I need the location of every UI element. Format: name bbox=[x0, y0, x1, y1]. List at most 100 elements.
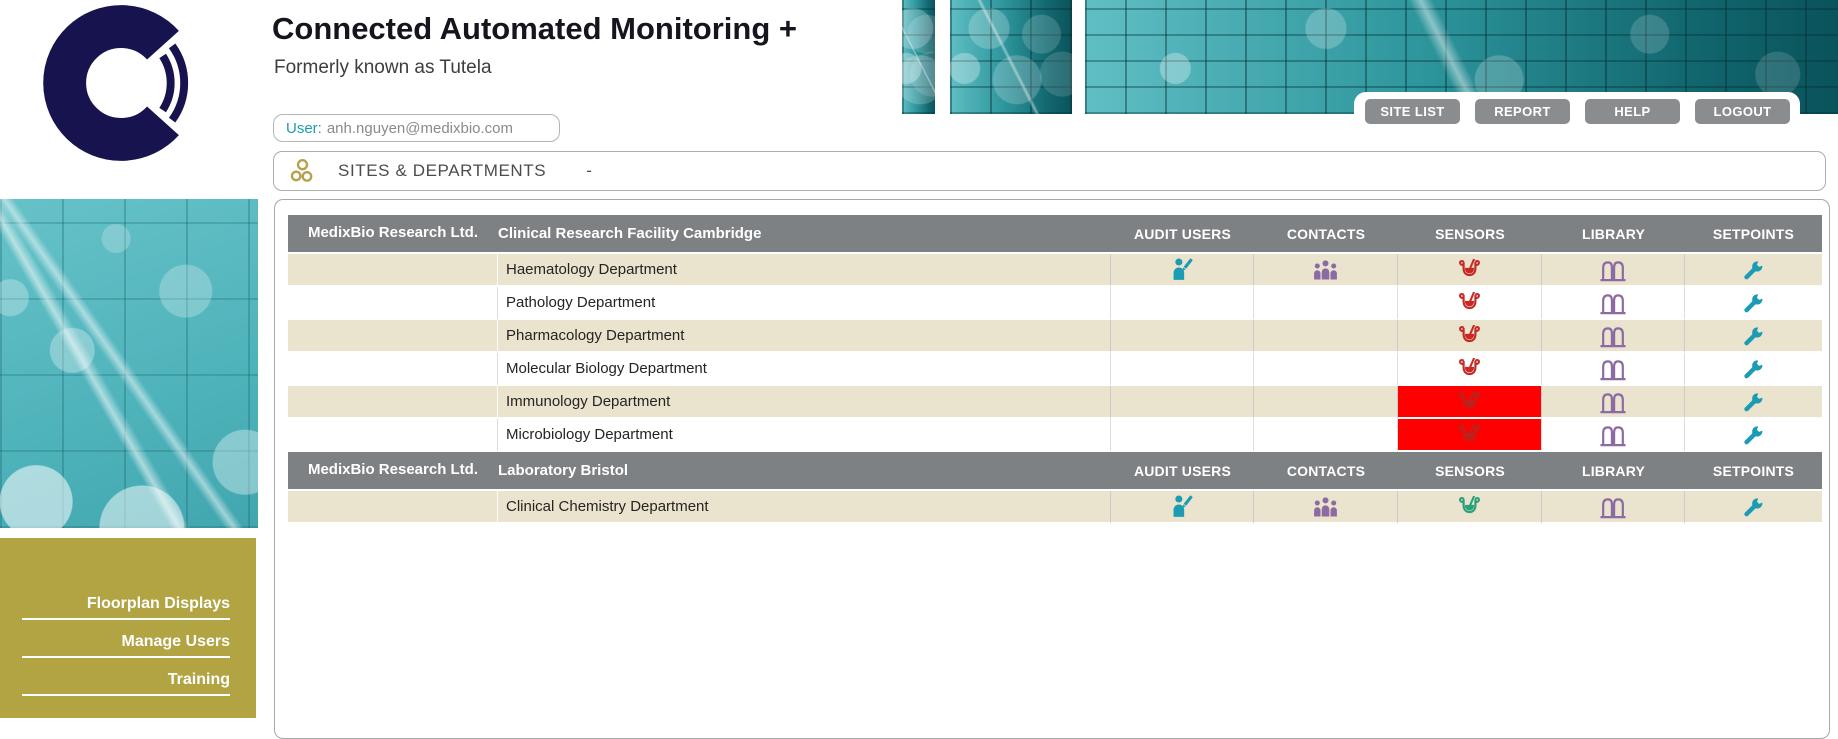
company-cell bbox=[288, 353, 498, 386]
company-cell bbox=[288, 386, 498, 419]
contacts-cell[interactable] bbox=[1254, 254, 1398, 287]
column-header-library: LIBRARY bbox=[1542, 452, 1685, 491]
column-header-audit-users: AUDIT USERS bbox=[1111, 215, 1254, 254]
audit-users-cell bbox=[1111, 386, 1254, 419]
setpoints-icon[interactable] bbox=[1742, 324, 1765, 347]
site-list-button[interactable]: SITE LIST bbox=[1365, 99, 1460, 124]
sensors-icon[interactable] bbox=[1457, 424, 1482, 445]
company-cell bbox=[288, 419, 498, 452]
user-email: anh.nguyen@medixbio.com bbox=[327, 120, 513, 137]
library-cell[interactable] bbox=[1542, 320, 1685, 353]
sensors-icon[interactable] bbox=[1457, 325, 1482, 346]
library-cell[interactable] bbox=[1542, 287, 1685, 320]
setpoints-icon[interactable] bbox=[1742, 291, 1765, 314]
section-title: SITES & DEPARTMENTS bbox=[338, 161, 546, 181]
sensors-icon[interactable] bbox=[1457, 496, 1482, 517]
site-group-header: MedixBio Research Ltd.Laboratory Bristol… bbox=[288, 452, 1822, 491]
sensors-cell[interactable] bbox=[1398, 419, 1542, 452]
sensors-icon[interactable] bbox=[1457, 358, 1482, 379]
library-cell[interactable] bbox=[1542, 419, 1685, 452]
sidebar-link-training[interactable]: Training bbox=[22, 671, 230, 696]
setpoints-icon[interactable] bbox=[1742, 390, 1765, 413]
report-button[interactable]: REPORT bbox=[1475, 99, 1570, 124]
department-row: Immunology Department bbox=[288, 386, 1822, 419]
sidebar-link-manage-users[interactable]: Manage Users bbox=[22, 633, 230, 658]
setpoints-cell[interactable] bbox=[1685, 287, 1822, 320]
company-cell bbox=[288, 287, 498, 320]
library-icon[interactable] bbox=[1598, 423, 1628, 447]
library-cell[interactable] bbox=[1542, 353, 1685, 386]
library-cell[interactable] bbox=[1542, 386, 1685, 419]
company-cell bbox=[288, 491, 498, 524]
setpoints-icon[interactable] bbox=[1742, 495, 1765, 518]
audit-users-cell bbox=[1111, 287, 1254, 320]
user-box: User: anh.nguyen@medixbio.com bbox=[273, 114, 560, 142]
help-button[interactable]: HELP bbox=[1585, 99, 1680, 124]
site-name: Clinical Research Facility Cambridge bbox=[498, 215, 1111, 254]
library-icon[interactable] bbox=[1598, 258, 1628, 282]
library-icon[interactable] bbox=[1598, 291, 1628, 315]
column-header-library: LIBRARY bbox=[1542, 215, 1685, 254]
sites-table-body: MedixBio Research Ltd.Clinical Research … bbox=[288, 215, 1822, 524]
setpoints-icon[interactable] bbox=[1742, 423, 1765, 446]
company-cell bbox=[288, 254, 498, 287]
user-label: User: bbox=[286, 120, 322, 137]
company-name: MedixBio Research Ltd. bbox=[288, 452, 498, 491]
sidebar-link-floorplan-displays[interactable]: Floorplan Displays bbox=[22, 595, 230, 620]
logout-button[interactable]: LOGOUT bbox=[1695, 99, 1790, 124]
content-panel: MedixBio Research Ltd.Clinical Research … bbox=[274, 199, 1830, 739]
department-name: Clinical Chemistry Department bbox=[498, 491, 1111, 524]
setpoints-cell[interactable] bbox=[1685, 491, 1822, 524]
department-name: Pharmacology Department bbox=[498, 320, 1111, 353]
column-header-contacts: CONTACTS bbox=[1254, 452, 1398, 491]
site-name: Laboratory Bristol bbox=[498, 452, 1111, 491]
library-icon[interactable] bbox=[1598, 357, 1628, 381]
sensors-icon[interactable] bbox=[1457, 391, 1482, 412]
sensors-cell[interactable] bbox=[1398, 386, 1542, 419]
department-name: Immunology Department bbox=[498, 386, 1111, 419]
department-row: Pathology Department bbox=[288, 287, 1822, 320]
contacts-icon[interactable] bbox=[1312, 259, 1339, 280]
column-header-contacts: CONTACTS bbox=[1254, 215, 1398, 254]
company-cell bbox=[288, 320, 498, 353]
setpoints-cell[interactable] bbox=[1685, 320, 1822, 353]
audit-users-cell[interactable] bbox=[1111, 254, 1254, 287]
library-icon[interactable] bbox=[1598, 324, 1628, 348]
sites-molecule-icon bbox=[289, 158, 316, 184]
audit-users-icon[interactable] bbox=[1170, 494, 1195, 519]
audit-users-cell bbox=[1111, 353, 1254, 386]
department-name: Microbiology Department bbox=[498, 419, 1111, 452]
department-row: Pharmacology Department bbox=[288, 320, 1822, 353]
setpoints-cell[interactable] bbox=[1685, 254, 1822, 287]
contacts-icon[interactable] bbox=[1312, 496, 1339, 517]
department-row: Molecular Biology Department bbox=[288, 353, 1822, 386]
column-header-sensors: SENSORS bbox=[1398, 215, 1542, 254]
library-icon[interactable] bbox=[1598, 390, 1628, 414]
audit-users-icon[interactable] bbox=[1170, 257, 1195, 282]
setpoints-cell[interactable] bbox=[1685, 419, 1822, 452]
sensors-cell[interactable] bbox=[1398, 491, 1542, 524]
sensors-cell[interactable] bbox=[1398, 287, 1542, 320]
sensors-icon[interactable] bbox=[1457, 292, 1482, 313]
setpoints-cell[interactable] bbox=[1685, 386, 1822, 419]
setpoints-icon[interactable] bbox=[1742, 357, 1765, 380]
audit-users-cell[interactable] bbox=[1111, 491, 1254, 524]
department-row: Microbiology Department bbox=[288, 419, 1822, 452]
library-icon[interactable] bbox=[1598, 495, 1628, 519]
sensors-cell[interactable] bbox=[1398, 353, 1542, 386]
page-subtitle: Formerly known as Tutela bbox=[274, 57, 492, 79]
column-header-sensors: SENSORS bbox=[1398, 452, 1542, 491]
library-cell[interactable] bbox=[1542, 491, 1685, 524]
sites-departments-bar: SITES & DEPARTMENTS - bbox=[273, 151, 1826, 191]
sensors-cell[interactable] bbox=[1398, 320, 1542, 353]
setpoints-cell[interactable] bbox=[1685, 353, 1822, 386]
library-cell[interactable] bbox=[1542, 254, 1685, 287]
contacts-cell[interactable] bbox=[1254, 491, 1398, 524]
audit-users-cell bbox=[1111, 419, 1254, 452]
department-name: Pathology Department bbox=[498, 287, 1111, 320]
collapse-toggle[interactable]: - bbox=[586, 161, 592, 181]
sensors-cell[interactable] bbox=[1398, 254, 1542, 287]
setpoints-icon[interactable] bbox=[1742, 258, 1765, 281]
company-name: MedixBio Research Ltd. bbox=[288, 215, 498, 254]
sensors-icon[interactable] bbox=[1457, 259, 1482, 280]
